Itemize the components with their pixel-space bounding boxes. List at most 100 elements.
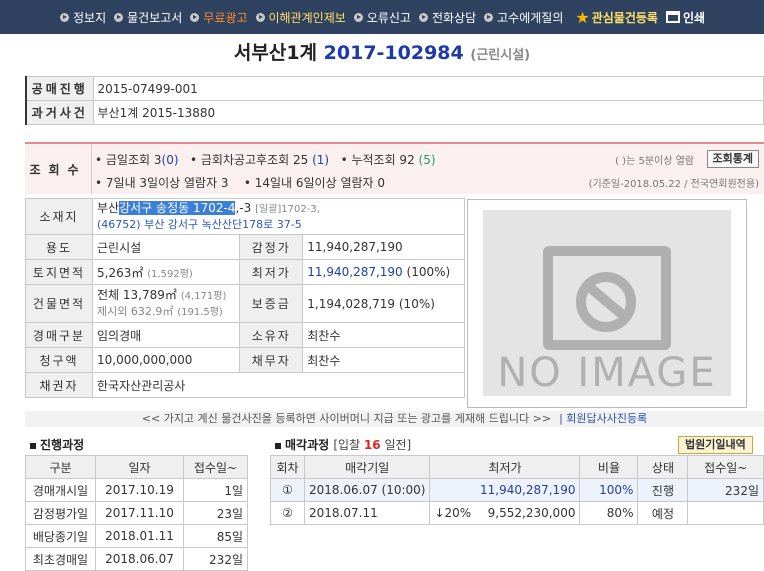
progress-date: 2017.10.19 bbox=[95, 478, 184, 502]
nav-ask-expert[interactable]: 고수에게질의 bbox=[484, 9, 563, 26]
location-prefix: 부산 bbox=[97, 201, 120, 215]
table-row: ② 2018.07.11 ↓20% 9,552,230,000 80% 예정 bbox=[270, 501, 764, 525]
auction-table: 회차 매각기일 최저가 비율 상태 접수일~ ① 2018.06.07 (10:… bbox=[270, 455, 764, 525]
claim-label: 청구액 bbox=[25, 347, 93, 373]
auction-ratio: 100% bbox=[579, 478, 639, 502]
nav-free-ad[interactable]: 무료광고 bbox=[190, 9, 248, 26]
usage-value: 근린시설 bbox=[91, 234, 241, 260]
auction-type-value: 임의경매 bbox=[91, 322, 241, 348]
bid-dday-pre: [입찰 bbox=[333, 438, 364, 452]
printer-icon bbox=[665, 11, 680, 23]
nav-info-paper[interactable]: 정보지 bbox=[60, 9, 106, 26]
column-header: 접수일~ bbox=[183, 455, 248, 479]
print-button[interactable]: 인쇄 bbox=[665, 9, 706, 26]
min-price-cell: 11,940,287,190 (100%) bbox=[302, 259, 465, 285]
auction-round: ① bbox=[270, 478, 305, 502]
land-area-label: 토지면적 bbox=[25, 259, 93, 285]
view-stats-button[interactable]: 조회통계 bbox=[706, 150, 759, 168]
auction-date: 2018.06.07 (10:00) bbox=[303, 478, 431, 502]
table-row: 소재지 부산강서구 송정동 1702-4,-3 [일괄]1702-3, (467… bbox=[25, 198, 465, 235]
no-image-placeholder: NO IMAGE bbox=[483, 210, 731, 396]
no-image-text: NO IMAGE bbox=[497, 350, 717, 396]
photo-register-notice: << 가지고 계신 물건사진을 등록하면 사이버머니 지급 또는 광고를 게재해… bbox=[25, 411, 764, 427]
view-count-panel: 조회수 • 금일조회 3(0) • 금회차공고후조회 25 (1) • 누적조회… bbox=[25, 142, 764, 194]
auction-type-label: 경매구분 bbox=[25, 322, 93, 348]
building-area-label: 건물면적 bbox=[25, 284, 93, 323]
min-price-label: 최저가 bbox=[239, 259, 304, 285]
table-header-row: 구분 일자 접수일~ bbox=[25, 455, 248, 479]
column-header: 구분 bbox=[25, 455, 96, 479]
bid-dday: [입찰 16 일전] bbox=[333, 438, 411, 452]
column-header: 상태 bbox=[637, 455, 689, 479]
location-bulk: [일괄]1702-3, bbox=[255, 204, 320, 215]
table-row: 청구액 10,000,000,000 채무자 최찬수 bbox=[25, 347, 465, 373]
auction-price-cell: ↓20% 9,552,230,000 bbox=[429, 501, 581, 525]
auction-status: 진행 bbox=[637, 478, 689, 502]
auction-section-title: 매각과정 [입찰 16 일전] bbox=[275, 436, 411, 453]
location-selected-text: 강서구 송정동 1702-4 bbox=[119, 201, 236, 215]
nav-stakeholder-report[interactable]: 이해관계인제보 bbox=[255, 9, 346, 26]
today-views: • 금일조회 3 bbox=[95, 153, 162, 167]
notice-text: << 가지고 계신 물건사진을 등록하면 사이버머니 지급 또는 광고를 게재해… bbox=[141, 412, 552, 425]
table-row: 과거사건 부산1계 2015-13880 bbox=[25, 100, 764, 125]
progress-type: 감정평가일 bbox=[25, 501, 96, 525]
total-views-sub: (5) bbox=[418, 153, 436, 167]
nav-label: 고수에게질의 bbox=[497, 10, 564, 25]
nav-label: 전화상담 bbox=[431, 10, 477, 25]
table-row: 건물면적 전체 13,789㎡ (4,171평) 제시외 632.9㎡ (191… bbox=[25, 284, 465, 323]
property-photo[interactable]: NO IMAGE bbox=[467, 199, 747, 408]
top-nav-bar: 정보지 물건보고서 무료광고 이해관계인제보 오류신고 전화상담 고수에게질의 … bbox=[0, 0, 764, 34]
owner-value: 최찬수 bbox=[302, 322, 465, 348]
table-row: 토지면적 5,263㎡ (1,592평) 최저가 11,940,287,190 … bbox=[25, 259, 465, 285]
building-area-value: 전체 13,789㎡ bbox=[97, 287, 177, 302]
location-cell: 부산강서구 송정동 1702-4,-3 [일괄]1702-3, (46752) … bbox=[92, 198, 465, 235]
debtor-label: 채무자 bbox=[239, 347, 304, 373]
public-sale-label: 공매진행 bbox=[25, 76, 94, 101]
past-case-label: 과거사건 bbox=[25, 100, 94, 125]
nav-label: 무료광고 bbox=[203, 10, 248, 25]
progress-days: 23일 bbox=[183, 501, 248, 525]
min-price-pct: (100%) bbox=[406, 265, 451, 279]
usage-label: 용도 bbox=[25, 234, 93, 260]
progress-date: 2018.06.07 bbox=[95, 547, 184, 571]
creditor-value: 한국자산관리공사 bbox=[92, 372, 465, 398]
square-bullet-icon bbox=[275, 442, 281, 449]
nav-label: 물건보고서 bbox=[127, 10, 183, 25]
creditor-label: 채권자 bbox=[25, 372, 93, 398]
after-notice-views-sub: (1) bbox=[312, 153, 330, 167]
auction-price-drop: ↓20% bbox=[434, 506, 472, 520]
progress-type: 최초경매일 bbox=[25, 547, 96, 571]
progress-days: 1일 bbox=[183, 478, 248, 502]
court-schedule-button[interactable]: 법원기일내역 bbox=[678, 436, 753, 454]
bid-dday-days: 16 bbox=[363, 438, 381, 452]
bullet-icon bbox=[60, 12, 69, 22]
auction-days bbox=[687, 501, 764, 525]
view-count-row-2: • 7일내 3일이상 열람자 3 • 14일내 6일이상 열람자 0 bbox=[95, 174, 385, 191]
table-row: 경매구분 임의경매 소유자 최찬수 bbox=[25, 322, 465, 348]
square-bullet-icon bbox=[30, 442, 36, 449]
nav-label: 오류신고 bbox=[366, 10, 411, 25]
view-basis-note: (기준일-2018.05.22 / 전국연회원전용) bbox=[588, 179, 759, 190]
table-row: 배당종기일 2018.01.11 85일 bbox=[25, 524, 248, 548]
page-title: 서부산1계 2017-102984 (근린시설) bbox=[0, 38, 764, 65]
nav-error-report[interactable]: 오류신고 bbox=[353, 9, 411, 26]
progress-date: 2018.01.11 bbox=[95, 524, 184, 548]
total-views: • 누적조회 92 bbox=[340, 153, 415, 167]
favorite-label: 관심물건등록 bbox=[591, 10, 658, 25]
nav-report[interactable]: 물건보고서 bbox=[114, 9, 182, 26]
public-sale-value: 2015-07499-001 bbox=[92, 76, 764, 101]
auction-price: 11,940,287,190 bbox=[429, 478, 581, 502]
bullet-icon bbox=[190, 12, 200, 22]
property-kind: (근린시설) bbox=[470, 48, 531, 63]
print-label: 인쇄 bbox=[682, 10, 706, 25]
bullet-icon bbox=[418, 12, 428, 22]
two-week-viewers: • 14일내 6일이상 열람자 0 bbox=[243, 176, 386, 190]
deposit-value: 1,194,028,719 (10%) bbox=[302, 284, 465, 323]
progress-days: 85일 bbox=[183, 524, 248, 548]
table-row: 최초경매일 2018.06.07 232일 bbox=[25, 547, 248, 571]
nav-phone-consult[interactable]: 전화상담 bbox=[418, 9, 477, 26]
favorite-register-button[interactable]: ★ 관심물건등록 bbox=[575, 8, 658, 27]
member-photo-register-link[interactable]: | 회원답사사진등록 bbox=[559, 412, 647, 425]
progress-type: 경매개시일 bbox=[25, 478, 96, 502]
auction-title: 매각과정 bbox=[285, 438, 330, 452]
